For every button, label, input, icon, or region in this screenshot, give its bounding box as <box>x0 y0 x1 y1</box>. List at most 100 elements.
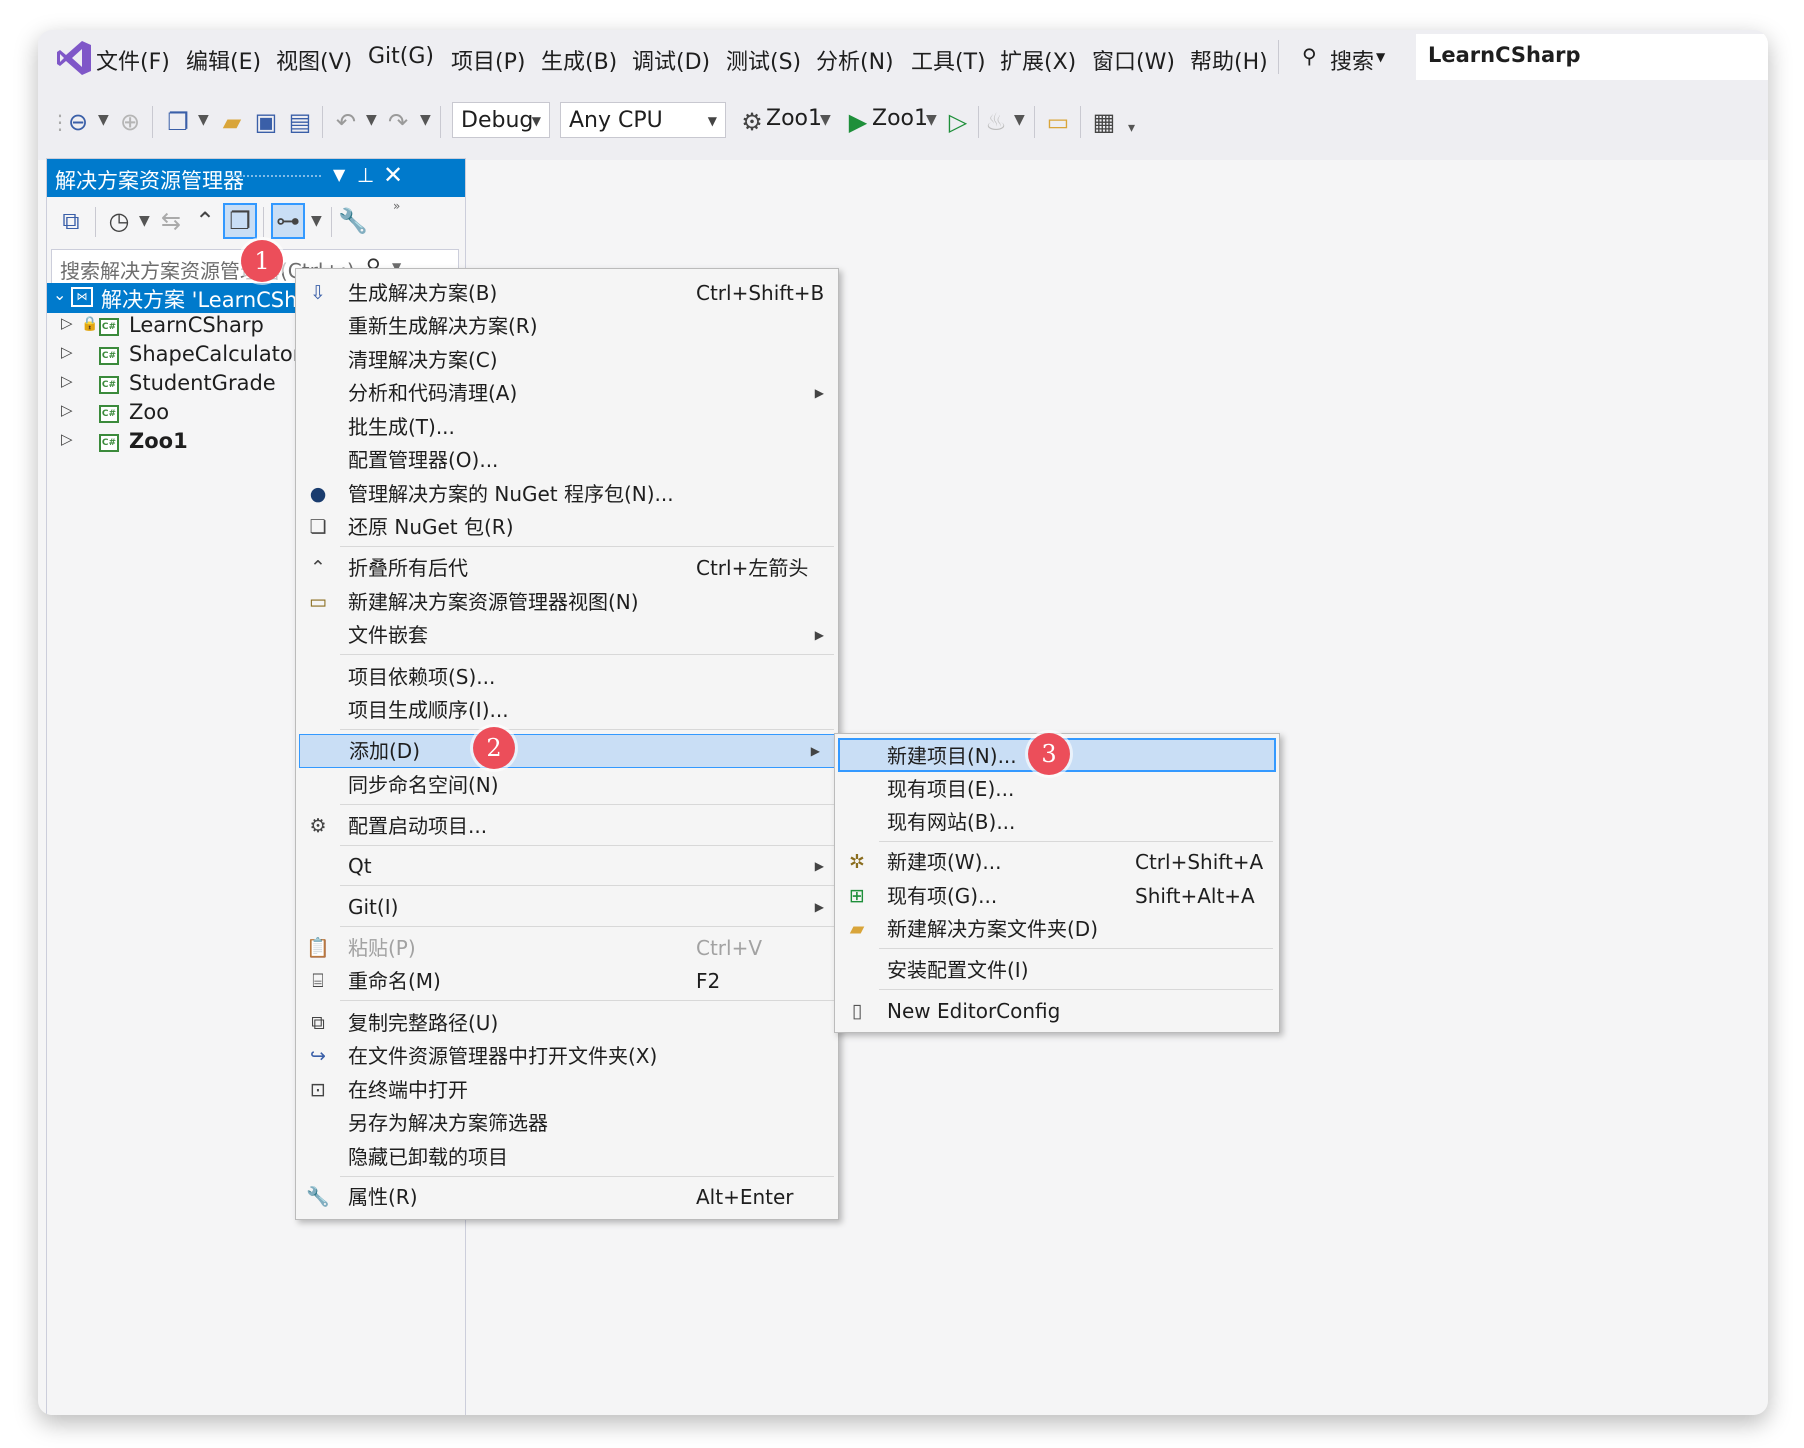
menu-git[interactable]: Git(G) <box>368 44 434 69</box>
menu-item-manage-nuget[interactable]: ● 管理解决方案的 NuGet 程序包(N)... <box>296 478 838 510</box>
expand-arrow-icon[interactable]: ▷ <box>61 430 73 448</box>
hot-reload-icon[interactable]: ♨ <box>980 106 1012 138</box>
menu-item-open-in-explorer[interactable]: ↪ 在文件资源管理器中打开文件夹(X) <box>296 1040 838 1072</box>
submenu-item-existing-item[interactable]: ⊞ 现有项(G)... Shift+Alt+A <box>835 880 1279 912</box>
collapse-all-icon[interactable]: ⌃ <box>189 205 221 237</box>
menu-tools[interactable]: 工具(T) <box>911 44 986 76</box>
open-folder-icon[interactable]: ▰ <box>216 106 248 138</box>
expand-arrow-icon[interactable]: ▷ <box>61 314 73 332</box>
redo-icon[interactable]: ↷ <box>382 106 414 138</box>
toolbar-overflow-icon[interactable]: ▾ <box>1128 120 1135 136</box>
overflow-icon[interactable]: » <box>393 199 400 213</box>
show-all-files-icon[interactable]: ❐ <box>223 203 257 239</box>
chevron-down-icon[interactable]: ▼ <box>820 112 831 128</box>
chevron-down-icon[interactable]: ▼ <box>366 112 377 128</box>
menu-project[interactable]: 项目(P) <box>451 44 525 76</box>
search-icon[interactable]: ⚲ <box>1302 44 1317 68</box>
drag-grip[interactable] <box>231 175 321 183</box>
menu-separator <box>879 989 1273 990</box>
submenu-item-new-editorconfig[interactable]: ▯ New EditorConfig <box>835 995 1279 1027</box>
menu-test[interactable]: 测试(S) <box>726 44 801 76</box>
expand-arrow-icon[interactable]: ▷ <box>61 343 73 361</box>
menu-item-restore-nuget[interactable]: ❏ 还原 NuGet 包(R) <box>296 511 838 543</box>
chevron-down-icon[interactable]: ▼ <box>926 112 937 128</box>
menu-item-copy-full-path[interactable]: ⧉ 复制完整路径(U) <box>296 1007 838 1039</box>
configuration-select[interactable]: Debug ▼ <box>452 102 550 138</box>
menu-item-hide-unloaded[interactable]: 隐藏已卸载的项目 <box>296 1141 838 1173</box>
menu-item-save-as-filter[interactable]: 另存为解决方案筛选器 <box>296 1107 838 1139</box>
pin-icon[interactable]: ⊥ <box>357 163 374 187</box>
menu-item-properties[interactable]: 🔧 属性(R) Alt+Enter <box>296 1181 838 1213</box>
menu-item-open-in-terminal[interactable]: ⊡ 在终端中打开 <box>296 1074 838 1106</box>
startup-project[interactable]: Zoo1 <box>766 106 822 131</box>
save-all-icon[interactable]: ▤ <box>284 106 316 138</box>
back-icon[interactable]: ⊖ <box>62 106 94 138</box>
new-project-icon[interactable]: ❐ <box>162 106 194 138</box>
submenu-item-install-config[interactable]: 安装配置文件(I) <box>835 954 1279 986</box>
close-icon[interactable]: ✕ <box>383 161 403 189</box>
chevron-down-icon[interactable]: ▼ <box>98 112 109 128</box>
menu-edit[interactable]: 编辑(E) <box>186 44 261 76</box>
menu-debug[interactable]: 调试(D) <box>632 44 710 76</box>
menu-item-label: 同步命名空间(N) <box>348 773 499 797</box>
menu-item-configuration-manager[interactable]: 配置管理器(O)... <box>296 444 838 476</box>
undo-icon[interactable]: ↶ <box>330 106 362 138</box>
menu-item-clean-solution[interactable]: 清理解决方案(C) <box>296 344 838 376</box>
menu-item-collapse-all[interactable]: ⌃ 折叠所有后代 Ctrl+左箭头 <box>296 552 838 584</box>
menu-window[interactable]: 窗口(W) <box>1092 44 1175 76</box>
chevron-down-icon[interactable]: ▼ <box>311 213 322 229</box>
pending-changes-icon[interactable]: ◷ <box>103 205 135 237</box>
menu-item-file-nesting[interactable]: 文件嵌套 ▶ <box>296 619 838 651</box>
menu-view[interactable]: 视图(V) <box>276 44 352 76</box>
menu-help[interactable]: 帮助(H) <box>1190 44 1268 76</box>
gear-icon[interactable]: ⚙ <box>736 106 768 138</box>
menu-item-rebuild-solution[interactable]: 重新生成解决方案(R) <box>296 310 838 342</box>
save-icon[interactable]: ▣ <box>250 106 282 138</box>
menu-item-rename[interactable]: ⌸ 重命名(M) F2 <box>296 965 838 997</box>
wrench-icon[interactable]: 🔧 <box>337 205 369 237</box>
solution-explorer-titlebar[interactable]: 解决方案资源管理器 ▼ ⊥ ✕ <box>47 159 465 197</box>
start-debugging-icon[interactable]: ▶ <box>842 106 874 138</box>
submenu-item-new-item[interactable]: ✲ 新建项(W)... Ctrl+Shift+A <box>835 846 1279 878</box>
search-button[interactable]: 搜索 <box>1330 44 1374 76</box>
chevron-down-icon[interactable]: ▼ <box>139 213 150 229</box>
run-target[interactable]: Zoo1 <box>872 106 928 131</box>
start-without-debugging-icon[interactable]: ▷ <box>942 106 974 138</box>
menu-item-configure-startup[interactable]: ⚙ 配置启动项目... <box>296 810 838 842</box>
menu-item-batch-build[interactable]: 批生成(T)... <box>296 411 838 443</box>
chevron-down-icon[interactable]: ▼ <box>420 112 431 128</box>
menu-item-sync-namespaces[interactable]: 同步命名空间(N) <box>296 769 838 801</box>
chevron-down-icon[interactable]: ▼ <box>1376 50 1385 64</box>
panel-menu-icon[interactable]: ▼ <box>333 165 345 184</box>
menu-item-add[interactable]: 添加(D) ▶ <box>299 734 835 768</box>
menu-separator <box>340 546 834 547</box>
menu-item-analyze-cleanup[interactable]: 分析和代码清理(A) ▶ <box>296 377 838 409</box>
expand-arrow-icon[interactable]: ▷ <box>61 372 73 390</box>
menu-item-build-order[interactable]: 项目生成顺序(I)... <box>296 694 838 726</box>
menu-extensions[interactable]: 扩展(X) <box>1000 44 1076 76</box>
switch-views-icon[interactable]: ⧉ <box>55 205 87 237</box>
find-in-files-icon[interactable]: ▭ <box>1042 106 1074 138</box>
sync-icon[interactable]: ⇆ <box>155 205 187 237</box>
menu-file[interactable]: 文件(F) <box>96 44 170 76</box>
menu-item-git[interactable]: Git(I) ▶ <box>296 891 838 923</box>
menu-item-build-solution[interactable]: ⇩ 生成解决方案(B) Ctrl+Shift+B <box>296 277 838 309</box>
menu-item-project-dependencies[interactable]: 项目依赖项(S)... <box>296 661 838 693</box>
menu-item-label: 清理解决方案(C) <box>348 348 498 372</box>
menu-item-paste[interactable]: 📋 粘贴(P) Ctrl+V <box>296 932 838 964</box>
preview-icon[interactable]: ⊶ <box>271 203 305 239</box>
platform-select[interactable]: Any CPU ▼ <box>560 102 726 138</box>
expand-chevron-icon[interactable]: ⌄ <box>53 285 66 304</box>
expand-arrow-icon[interactable]: ▷ <box>61 401 73 419</box>
menu-item-qt[interactable]: Qt ▶ <box>296 850 838 882</box>
chevron-down-icon[interactable]: ▼ <box>198 112 209 128</box>
submenu-item-existing-website[interactable]: 现有网站(B)... <box>835 806 1279 838</box>
menu-analyze[interactable]: 分析(N) <box>816 44 894 76</box>
submenu-item-existing-project[interactable]: 现有项目(E)... <box>835 773 1279 805</box>
layout-icon[interactable]: ▦ <box>1088 106 1120 138</box>
menu-build[interactable]: 生成(B) <box>541 44 617 76</box>
submenu-item-new-solution-folder[interactable]: ▰ 新建解决方案文件夹(D) <box>835 913 1279 945</box>
forward-icon[interactable]: ⊕ <box>114 106 146 138</box>
menu-item-new-explorer-view[interactable]: ▭ 新建解决方案资源管理器视图(N) <box>296 586 838 618</box>
chevron-down-icon[interactable]: ▼ <box>1014 112 1025 128</box>
